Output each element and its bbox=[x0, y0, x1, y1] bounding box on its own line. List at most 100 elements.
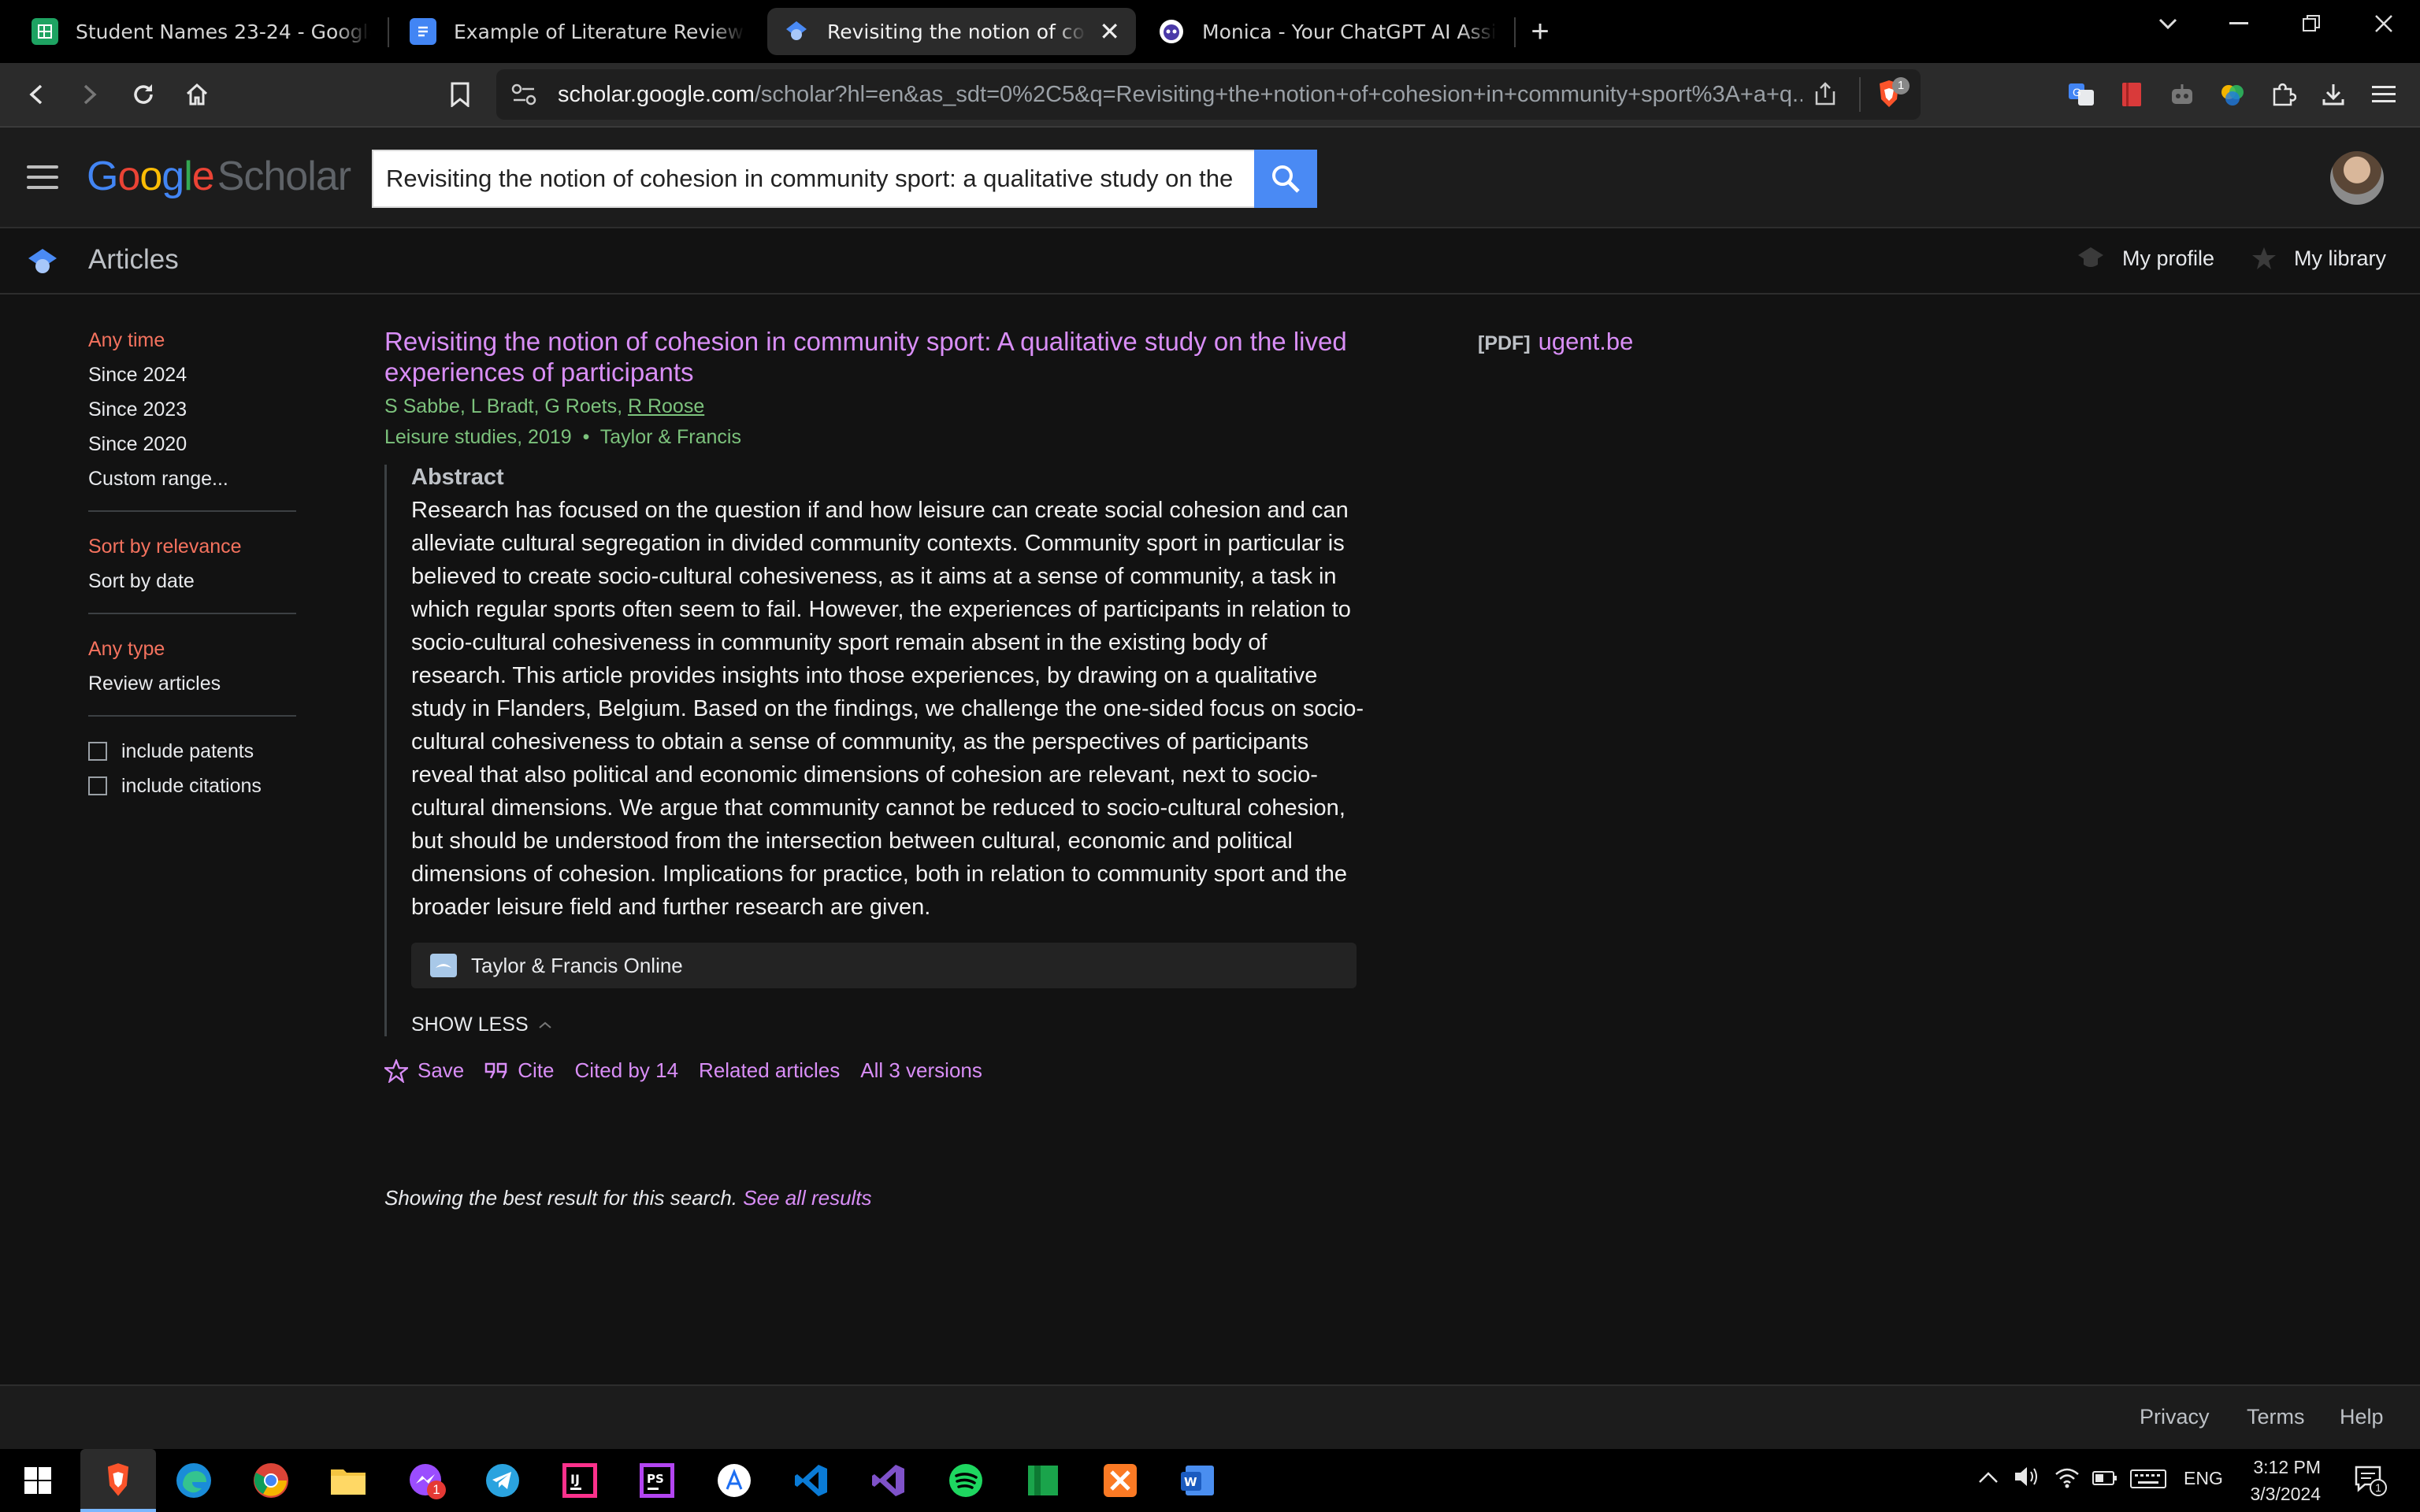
cited-by-link[interactable]: Cited by 14 bbox=[575, 1058, 679, 1083]
restore-window-icon[interactable] bbox=[2275, 0, 2348, 47]
taskbar-chrome-icon[interactable] bbox=[251, 1460, 291, 1501]
my-profile-link[interactable]: My profile bbox=[2077, 246, 2214, 271]
filter-since-2023[interactable]: Since 2023 bbox=[88, 392, 296, 427]
address-bar[interactable]: scholar.google.com/scholar?hl=en&as_sdt=… bbox=[496, 69, 1921, 120]
taskbar-spotify-icon[interactable] bbox=[945, 1460, 986, 1501]
extensions-puzzle-icon[interactable] bbox=[2262, 74, 2303, 115]
related-articles-link[interactable]: Related articles bbox=[699, 1058, 840, 1083]
logo-letter: e bbox=[191, 154, 215, 199]
filter-any-type[interactable]: Any type bbox=[88, 632, 296, 666]
all-versions-link[interactable]: All 3 versions bbox=[860, 1058, 982, 1083]
tab-literature-review[interactable]: Example of Literature Review - Google Do… bbox=[394, 8, 761, 55]
taskbar-intellij-icon[interactable]: IJ bbox=[559, 1460, 600, 1501]
browser-tab-strip: Student Names 23-24 - Google Sheets Exam… bbox=[0, 0, 2420, 63]
taskbar-file-explorer-icon[interactable] bbox=[328, 1460, 369, 1501]
sort-by-relevance[interactable]: Sort by relevance bbox=[88, 529, 296, 564]
home-icon[interactable] bbox=[176, 74, 217, 115]
download-icon[interactable] bbox=[2313, 74, 2354, 115]
close-window-icon[interactable] bbox=[2348, 0, 2420, 47]
minimize-window-icon[interactable] bbox=[2203, 0, 2275, 47]
best-result-text: Showing the best result for this search. bbox=[384, 1186, 744, 1210]
star-icon bbox=[2252, 247, 2276, 269]
source-link-taylor-francis-online[interactable]: Taylor & Francis Online bbox=[411, 943, 1357, 988]
new-tab-icon[interactable]: + bbox=[1512, 8, 1568, 55]
brave-shields-icon[interactable]: 1 bbox=[1873, 77, 1910, 114]
search-input[interactable] bbox=[373, 151, 1240, 206]
see-all-results-link[interactable]: See all results bbox=[743, 1186, 871, 1210]
notification-center-icon[interactable]: 1 bbox=[2354, 1465, 2387, 1501]
clock[interactable]: 3:12 PM 3/3/2024 bbox=[2242, 1454, 2321, 1507]
reload-icon[interactable] bbox=[123, 74, 164, 115]
tab-monica[interactable]: Monica - Your ChatGPT AI Assistant Chrom… bbox=[1142, 8, 1512, 55]
taskbar-visual-studio-icon[interactable] bbox=[868, 1460, 909, 1501]
my-profile-label: My profile bbox=[2122, 246, 2215, 270]
include-patents-checkbox[interactable]: include patents bbox=[88, 734, 296, 769]
filter-sidebar: Any time Since 2024 Since 2023 Since 202… bbox=[88, 323, 296, 803]
taskbar-app-store-icon[interactable] bbox=[714, 1460, 755, 1501]
tab-search-chevron-icon[interactable] bbox=[2132, 0, 2204, 47]
svg-text:W: W bbox=[1184, 1475, 1197, 1489]
result-authors: S Sabbe, L Bradt, G Roets, R Roose bbox=[384, 395, 1361, 418]
sort-by-date[interactable]: Sort by date bbox=[88, 564, 296, 598]
hamburger-menu-icon[interactable] bbox=[27, 165, 58, 191]
avatar[interactable] bbox=[2330, 151, 2384, 205]
windows-taskbar: 1 IJ PS W ENG 3:12 PM 3/3/2024 1 bbox=[0, 1449, 2420, 1512]
svg-text:PS: PS bbox=[647, 1472, 664, 1486]
windows-start-icon[interactable] bbox=[17, 1460, 58, 1501]
volume-icon[interactable] bbox=[2014, 1465, 2040, 1493]
save-button[interactable]: Save bbox=[384, 1058, 464, 1083]
filter-custom-range[interactable]: Custom range... bbox=[88, 461, 296, 496]
my-library-link[interactable]: My library bbox=[2251, 246, 2386, 271]
logo-letter: l bbox=[184, 154, 193, 199]
input-language[interactable]: ENG bbox=[2184, 1468, 2223, 1489]
taskbar-phpstorm-icon[interactable]: PS bbox=[637, 1460, 677, 1501]
tray-overflow-chevron-icon[interactable] bbox=[1977, 1468, 1999, 1489]
taskbar-edge-icon[interactable] bbox=[173, 1460, 214, 1501]
bookmark-icon[interactable] bbox=[440, 74, 481, 115]
taskbar-brave-icon[interactable] bbox=[80, 1449, 156, 1512]
tab-revisiting-cohesion[interactable]: Revisiting the notion of cohesion in com… bbox=[767, 8, 1136, 55]
search-button[interactable] bbox=[1254, 150, 1317, 208]
logo-letter: g bbox=[161, 154, 184, 199]
include-citations-checkbox[interactable]: include citations bbox=[88, 769, 296, 803]
chevron-up-icon bbox=[539, 1021, 551, 1028]
wifi-icon[interactable] bbox=[2054, 1465, 2080, 1493]
show-less-button[interactable]: SHOW LESS bbox=[411, 1014, 1361, 1036]
taskbar-green-app-icon[interactable] bbox=[1023, 1460, 1063, 1501]
close-tab-icon[interactable]: ✕ bbox=[1099, 17, 1120, 46]
tab-student-names[interactable]: Student Names 23-24 - Google Sheets bbox=[16, 8, 386, 55]
filter-review-articles[interactable]: Review articles bbox=[88, 666, 296, 701]
back-arrow-icon[interactable] bbox=[16, 74, 57, 115]
share-icon[interactable] bbox=[1812, 80, 1839, 111]
taskbar-messenger-icon[interactable]: 1 bbox=[405, 1460, 446, 1501]
red-book-extension-icon[interactable] bbox=[2111, 74, 2152, 115]
footer-help-link[interactable]: Help bbox=[2340, 1405, 2384, 1429]
result-title-link[interactable]: Revisiting the notion of cohesion in com… bbox=[384, 326, 1361, 387]
robot-extension-icon[interactable] bbox=[2162, 74, 2203, 115]
touch-keyboard-icon[interactable] bbox=[2130, 1469, 2166, 1493]
site-info-icon[interactable] bbox=[510, 82, 537, 111]
translate-extension-icon[interactable]: G bbox=[2061, 74, 2102, 115]
forward-arrow-icon[interactable] bbox=[69, 74, 110, 115]
filter-any-time[interactable]: Any time bbox=[88, 323, 296, 358]
taskbar-word-icon[interactable]: W bbox=[1177, 1460, 1218, 1501]
browser-menu-icon[interactable] bbox=[2363, 74, 2404, 115]
footer-privacy-link[interactable]: Privacy bbox=[2140, 1405, 2210, 1429]
section-label-articles[interactable]: Articles bbox=[88, 244, 179, 276]
filter-since-2020[interactable]: Since 2020 bbox=[88, 427, 296, 461]
screen: Student Names 23-24 - Google Sheets Exam… bbox=[0, 0, 2420, 1512]
taskbar-vscode-icon[interactable] bbox=[791, 1460, 832, 1501]
battery-icon[interactable] bbox=[2092, 1469, 2118, 1491]
author-link-r-roose[interactable]: R Roose bbox=[628, 395, 704, 417]
cite-button[interactable]: Cite bbox=[484, 1058, 555, 1083]
taskbar-telegram-icon[interactable] bbox=[482, 1460, 523, 1501]
section-bar: Articles My profile My library bbox=[0, 228, 2420, 295]
google-scholar-logo[interactable]: GoogleScholar bbox=[87, 153, 351, 200]
taskbar-xampp-icon[interactable] bbox=[1100, 1460, 1141, 1501]
colorful-extension-icon[interactable] bbox=[2212, 74, 2253, 115]
filter-since-2024[interactable]: Since 2024 bbox=[88, 358, 296, 392]
pdf-link[interactable]: [PDF] ugent.be bbox=[1478, 328, 1633, 356]
sidebar-divider bbox=[88, 613, 296, 614]
show-less-label: SHOW LESS bbox=[411, 1014, 529, 1036]
footer-terms-link[interactable]: Terms bbox=[2247, 1405, 2305, 1429]
